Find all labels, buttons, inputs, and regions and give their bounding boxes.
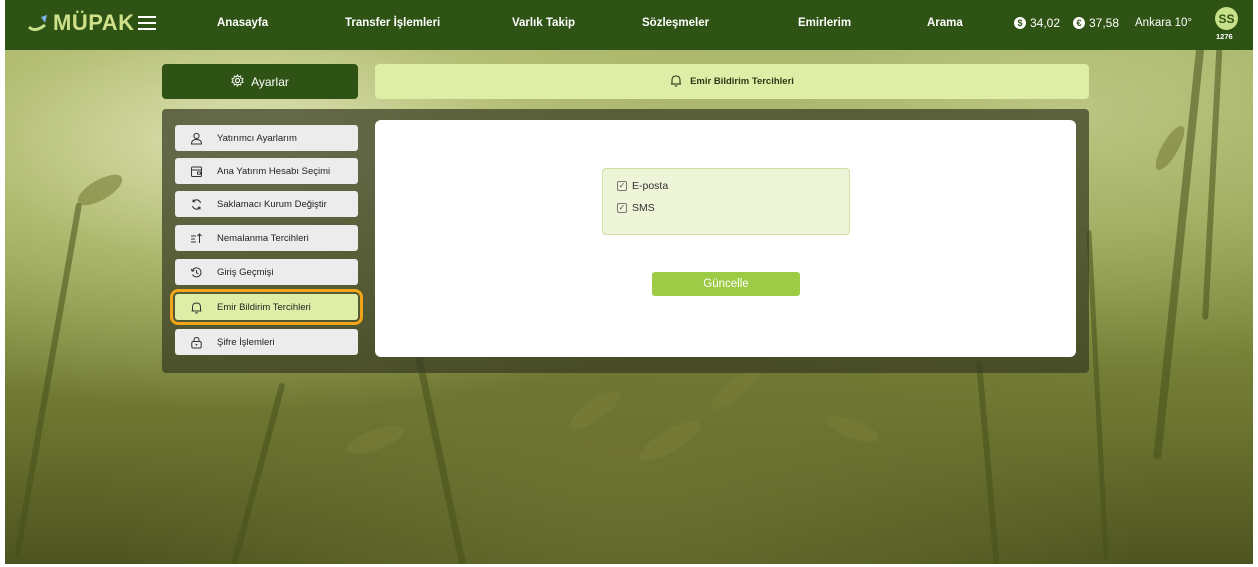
nav-arama[interactable]: Arama: [927, 17, 963, 29]
logo-text: MÜPAK: [53, 10, 135, 35]
lock-icon: [189, 335, 203, 349]
sidebar-item-label: Saklamacı Kurum Değiştir: [217, 198, 327, 210]
update-button[interactable]: Güncelle: [652, 272, 800, 296]
sidebar-item-label: Giriş Geçmişi: [217, 266, 274, 278]
notification-preferences: ✓ E-posta ✓ SMS: [602, 168, 850, 235]
sidebar-item-yatirimci-ayarlarim[interactable]: Yatırımcı Ayarlarım: [175, 125, 358, 151]
sidebar-item-label: Nemalanma Tercihleri: [217, 232, 309, 244]
nav-transfer-islemleri[interactable]: Transfer İşlemleri: [345, 17, 440, 29]
weather-text: Ankara 10°: [1135, 17, 1193, 29]
sms-label: SMS: [632, 202, 655, 214]
sidebar-item-label: Ana Yatırım Hesabı Seçimi: [217, 165, 331, 177]
sidebar-item-label: Emir Bildirim Tercihleri: [217, 301, 311, 313]
history-icon: [189, 265, 203, 279]
euro-icon: €: [1073, 17, 1085, 29]
sidebar-item-saklamaci-kurum[interactable]: Saklamacı Kurum Değiştir: [175, 191, 358, 217]
logo-mark-icon: [27, 13, 51, 33]
user-avatar[interactable]: SS: [1215, 7, 1238, 30]
hamburger-menu-icon[interactable]: [138, 16, 156, 30]
page-title: Emir Bildirim Tercihleri: [690, 76, 794, 87]
content-card: [375, 120, 1076, 357]
user-code: 1276: [1216, 32, 1233, 41]
user-icon: [189, 131, 203, 145]
nav-emirlerim[interactable]: Emirlerim: [798, 17, 851, 29]
wallet-icon: [189, 164, 203, 178]
sidebar-item-emir-bildirim[interactable]: Emir Bildirim Tercihleri: [170, 289, 363, 325]
usd-rate: $ 34,02: [1014, 16, 1060, 30]
sidebar-item-label: Yatırımcı Ayarlarım: [217, 132, 297, 144]
sidebar-item-nemalanma[interactable]: Nemalanma Tercihleri: [175, 225, 358, 251]
bell-icon: [189, 300, 203, 314]
nav-anasayfa[interactable]: Anasayfa: [217, 17, 268, 29]
email-label: E-posta: [632, 180, 669, 192]
settings-title: Ayarlar: [251, 74, 289, 89]
dollar-icon: $: [1014, 17, 1026, 29]
email-checkbox[interactable]: ✓: [617, 181, 627, 191]
sidebar-item-label: Şifre İşlemleri: [217, 336, 275, 348]
settings-header: Ayarlar: [162, 64, 358, 99]
nav-varlik-takip[interactable]: Varlık Takip: [512, 17, 575, 29]
gear-icon: [231, 73, 244, 90]
sidebar-item-sifre-islemleri[interactable]: Şifre İşlemleri: [175, 329, 358, 355]
eur-rate: € 37,58: [1073, 16, 1119, 30]
sms-option[interactable]: ✓ SMS: [617, 202, 655, 214]
refresh-icon: [189, 197, 203, 211]
page-header: Emir Bildirim Tercihleri: [375, 64, 1089, 99]
sidebar-item-giris-gecmisi[interactable]: Giriş Geçmişi: [175, 259, 358, 285]
nav-sozlesmeler[interactable]: Sözleşmeler: [642, 17, 709, 29]
top-navigation-bar: MÜPAK Anasayfa Transfer İşlemleri Varlık…: [5, 0, 1253, 50]
bell-icon: [670, 74, 682, 90]
sort-icon: [189, 231, 203, 245]
sms-checkbox[interactable]: ✓: [617, 203, 627, 213]
sidebar-item-ana-yatirim-hesabi[interactable]: Ana Yatırım Hesabı Seçimi: [175, 158, 358, 184]
eur-rate-value: 37,58: [1089, 16, 1120, 30]
email-option[interactable]: ✓ E-posta: [617, 180, 668, 192]
usd-rate-value: 34,02: [1030, 16, 1061, 30]
logo[interactable]: MÜPAK: [27, 10, 135, 36]
